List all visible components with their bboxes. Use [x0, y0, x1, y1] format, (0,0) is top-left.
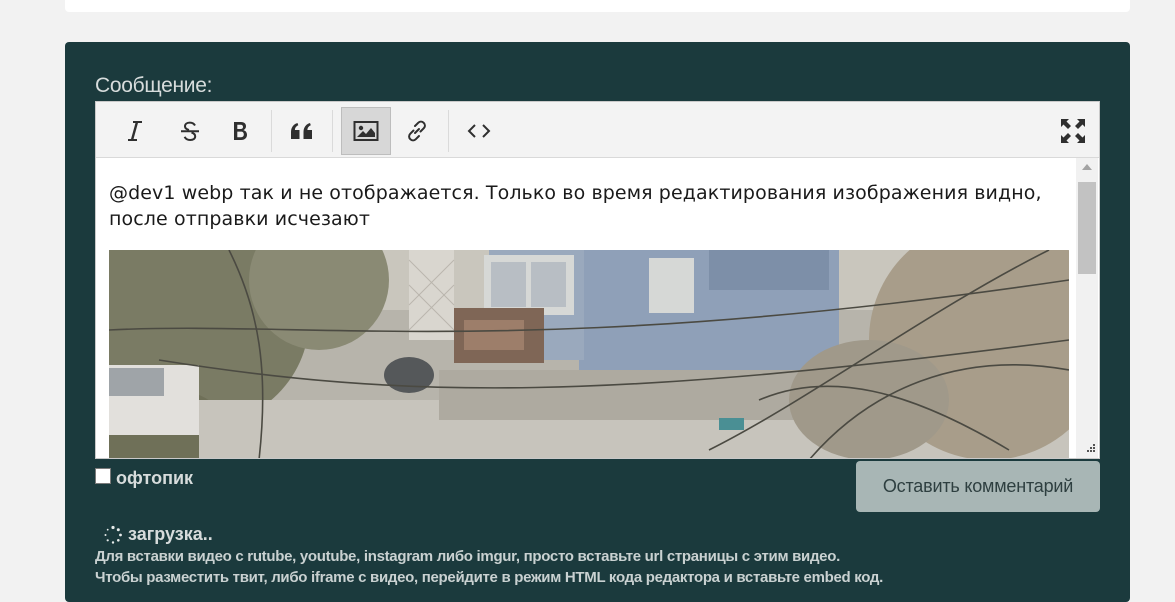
- toolbar-separator: [332, 110, 333, 152]
- fullscreen-button[interactable]: [1048, 107, 1098, 155]
- editor-toolbar: [96, 102, 1099, 158]
- strikethrough-icon: [181, 121, 199, 142]
- message-text[interactable]: @dev1 webp так и не отображается. Только…: [109, 180, 1059, 232]
- message-label: Сообщение:: [95, 74, 213, 97]
- offtopic-option[interactable]: офтопик: [95, 467, 194, 489]
- embedded-image[interactable]: [109, 250, 1069, 458]
- video-embed-hint: Для вставки видео с rutube, youtube, ins…: [95, 548, 840, 565]
- italic-button[interactable]: [110, 107, 160, 155]
- toolbar-separator: [271, 110, 272, 152]
- image-button[interactable]: [341, 107, 391, 155]
- loading-label: загрузка..: [128, 524, 213, 544]
- offtopic-checkbox[interactable]: [95, 467, 111, 484]
- toolbar-separator: [448, 110, 449, 152]
- fullscreen-icon: [1061, 119, 1085, 143]
- embed-code-hint: Чтобы разместить твит, либо iframe с вид…: [95, 569, 884, 586]
- image-icon: [353, 121, 379, 141]
- quote-button[interactable]: [277, 107, 327, 155]
- spinner-icon: [104, 525, 122, 544]
- previous-comment-card: [65, 0, 1130, 12]
- submit-comment-button[interactable]: Оставить комментарий: [856, 461, 1100, 512]
- bold-icon: [234, 122, 247, 140]
- quote-icon: [291, 123, 312, 139]
- editor-scrollbar[interactable]: [1076, 158, 1098, 458]
- code-button[interactable]: [454, 107, 504, 155]
- comment-form: Сообщение: @dev1 webp так и не отображае…: [65, 42, 1130, 602]
- link-icon: [408, 120, 426, 142]
- bold-button[interactable]: [215, 107, 265, 155]
- scroll-thumb[interactable]: [1078, 182, 1096, 274]
- rich-text-editor: @dev1 webp так и не отображается. Только…: [95, 101, 1100, 459]
- scroll-up-arrow-icon[interactable]: [1082, 164, 1092, 170]
- italic-icon: [128, 121, 142, 141]
- code-icon: [467, 124, 491, 138]
- editor-content[interactable]: @dev1 webp так и не отображается. Только…: [96, 158, 1076, 458]
- loading-indicator: загрузка..: [103, 524, 213, 545]
- resize-grip-icon[interactable]: [1082, 441, 1096, 455]
- strikethrough-button[interactable]: [165, 107, 215, 155]
- link-button[interactable]: [392, 107, 442, 155]
- offtopic-label: офтопик: [116, 468, 194, 488]
